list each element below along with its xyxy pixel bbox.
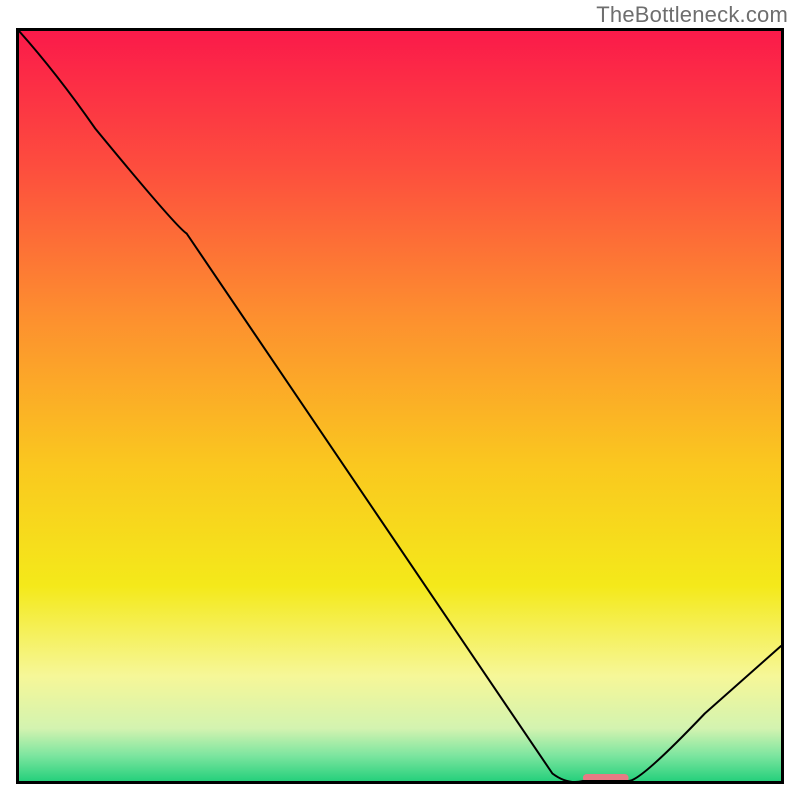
- plot-area: [16, 28, 784, 784]
- chart-svg: [16, 28, 784, 784]
- chart-container: TheBottleneck.com: [0, 0, 800, 800]
- watermark-text: TheBottleneck.com: [596, 2, 788, 28]
- gradient-background: [19, 31, 781, 781]
